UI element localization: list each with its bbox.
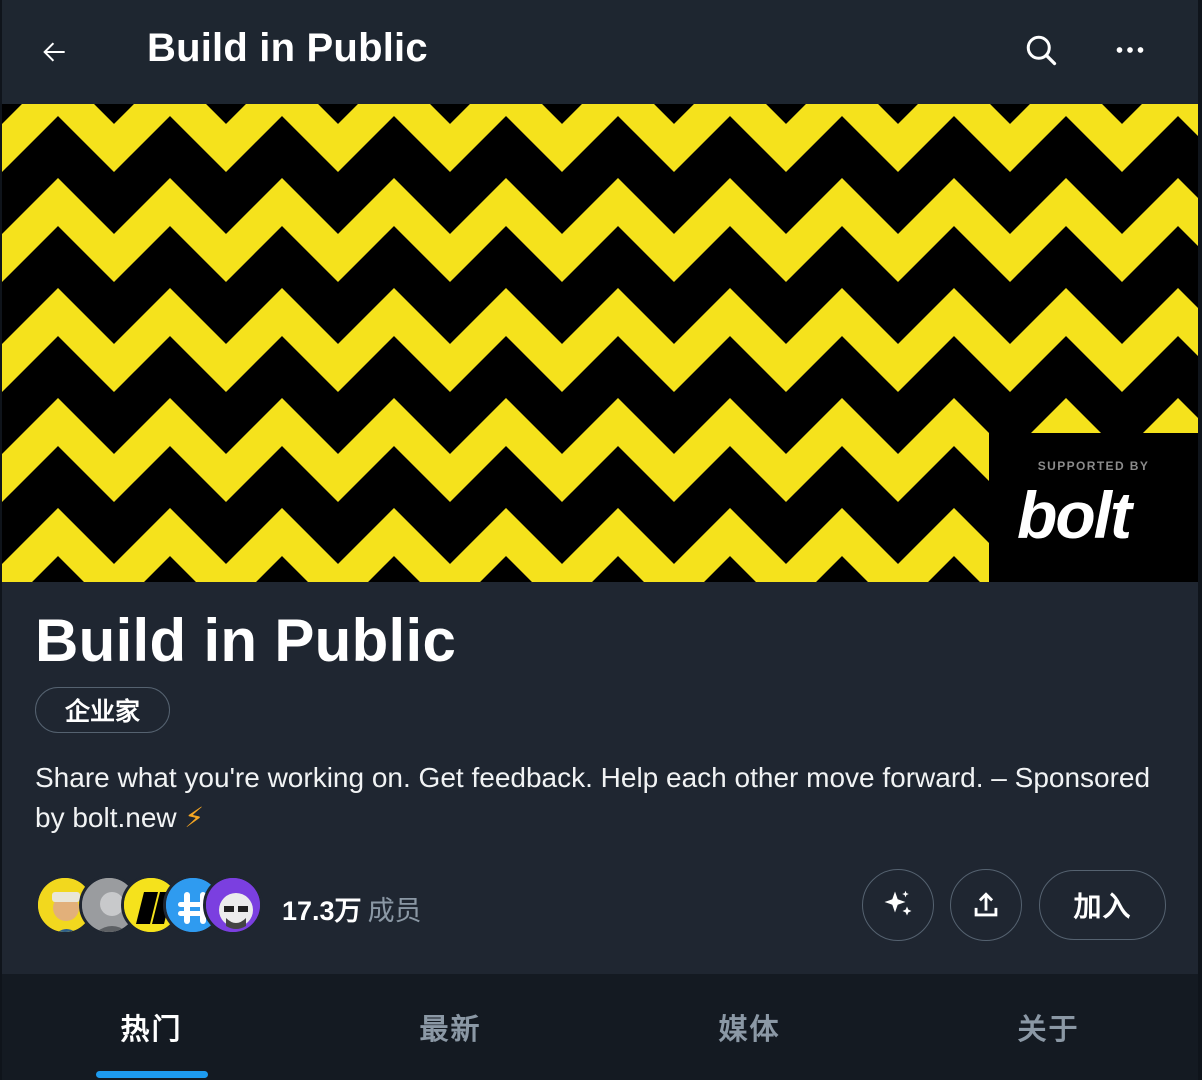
category-tag[interactable]: 企业家 [35, 687, 170, 733]
tab-about[interactable]: 关于 [899, 974, 1198, 1080]
active-tab-indicator [95, 1071, 208, 1078]
more-button[interactable] [1102, 22, 1158, 78]
arrow-left-icon [43, 42, 65, 62]
avatar [203, 875, 263, 935]
community-title: Build in Public [35, 607, 457, 674]
sponsor-logo: bolt [1017, 478, 1132, 552]
tab-hot[interactable]: 热门 [2, 974, 301, 1080]
sparkle-icon [884, 890, 912, 916]
sponsor-badge: SUPPORTED BY bolt [989, 433, 1198, 582]
sponsor-caption: SUPPORTED BY [1037, 459, 1150, 473]
share-upload-icon [974, 892, 998, 917]
community-banner: SUPPORTED BY bolt [2, 104, 1198, 582]
top-bar: Build in Public [0, 0, 1202, 104]
search-button[interactable] [1013, 22, 1069, 78]
tab-label: 热门 [120, 1014, 183, 1046]
join-button[interactable]: 加入 [1039, 870, 1166, 940]
member-count[interactable]: 17.3万 成员 [282, 889, 422, 928]
member-count-label: 成员 [367, 896, 422, 926]
tab-label: 关于 [1017, 1014, 1080, 1046]
header-title: Build in Public [147, 26, 428, 70]
more-horizontal-icon [1116, 47, 1144, 53]
member-count-value: 17.3万 [282, 896, 362, 926]
search-icon [1026, 35, 1057, 66]
grok-summary-button[interactable] [862, 869, 934, 941]
tab-label: 最新 [419, 1014, 482, 1046]
community-info: Build in Public 企业家 Share what you're wo… [2, 582, 1198, 974]
community-page: Build in Public SUPPORTED BY bolt Build … [0, 0, 1202, 1080]
share-button[interactable] [950, 869, 1022, 941]
tab-bar: 热门 最新 媒体 关于 [2, 974, 1198, 1080]
tab-label: 媒体 [718, 1014, 781, 1046]
member-avatars[interactable] [35, 873, 265, 937]
community-description: Share what you're working on. Get feedba… [35, 758, 1155, 838]
lightning-icon: ⚡ [184, 802, 205, 833]
tab-media[interactable]: 媒体 [600, 974, 899, 1080]
back-button[interactable] [26, 24, 82, 80]
tab-latest[interactable]: 最新 [301, 974, 600, 1080]
